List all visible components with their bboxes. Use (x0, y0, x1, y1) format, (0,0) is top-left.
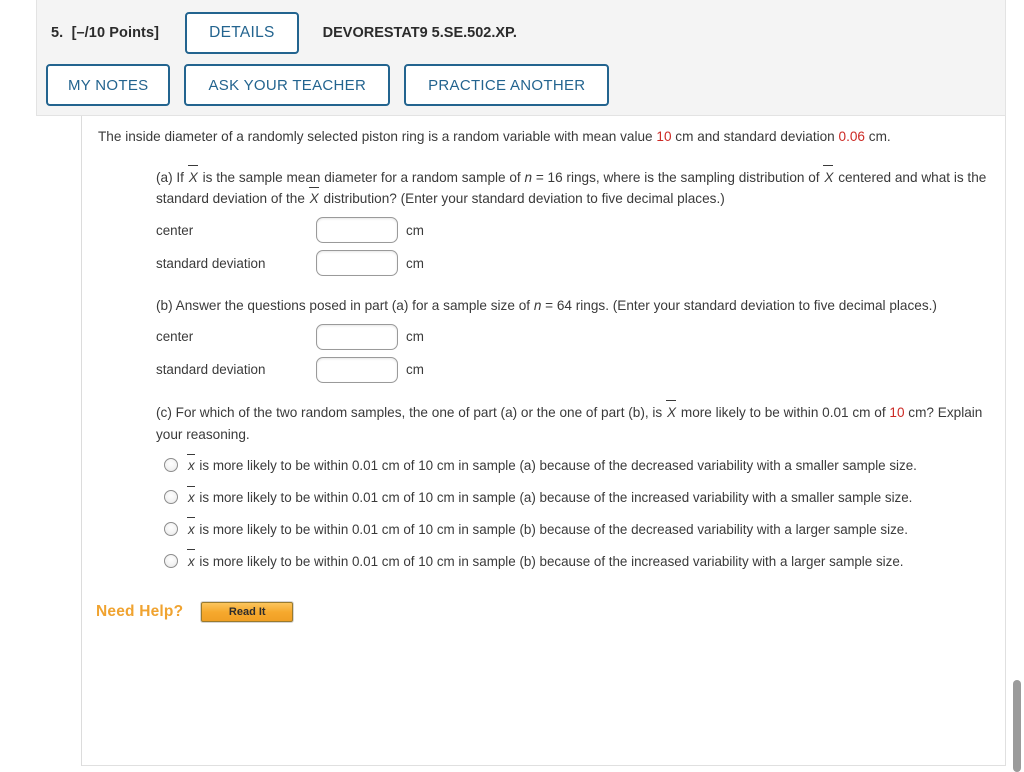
x-bar-symbol: x (187, 453, 196, 477)
part-a-text-1: If (176, 169, 188, 185)
stem-text-2: cm and standard deviation (671, 129, 839, 144)
part-a-center-label: center (156, 222, 194, 238)
option-4-text: is more likely to be within 0.01 cm of 1… (195, 553, 904, 569)
part-b-text-1: Answer the questions posed in part (a) f… (175, 298, 534, 314)
page-scrollbar[interactable] (1009, 0, 1024, 772)
part-b-sd-row: standard deviation cm (156, 356, 992, 383)
part-a-sd-unit: cm (406, 255, 424, 271)
question-content: The inside diameter of a randomly select… (96, 126, 992, 623)
x-bar-symbol: X (666, 400, 677, 424)
option-3-label: x is more likely to be within 0.01 cm of… (187, 517, 908, 541)
radio-icon[interactable] (164, 521, 178, 536)
need-help-row: Need Help? Read It (96, 602, 992, 623)
part-c-option-list: x is more likely to be within 0.01 cm of… (156, 453, 992, 573)
details-button[interactable]: DETAILS (185, 12, 299, 54)
option-4[interactable]: x is more likely to be within 0.01 cm of… (156, 549, 992, 573)
part-b-center-unit: cm (406, 329, 424, 345)
x-bar-symbol: x (187, 549, 196, 573)
part-b-sd-unit: cm (406, 362, 424, 378)
part-a-prompt: (a) If X is the sample mean diameter for… (156, 164, 992, 211)
option-2[interactable]: x is more likely to be within 0.01 cm of… (156, 485, 992, 509)
part-b: (b) Answer the questions posed in part (… (156, 295, 992, 383)
question-header-panel: 5. [–/10 Points] DETAILS DEVORESTAT9 5.S… (36, 0, 1006, 116)
practice-another-button[interactable]: PRACTICE ANOTHER (404, 64, 610, 106)
stem-sd-value: 0.06 (838, 129, 865, 144)
part-a-center-input[interactable] (316, 217, 398, 244)
part-a-center-row: center cm (156, 217, 992, 244)
read-it-button[interactable]: Read It (201, 602, 294, 623)
part-a-text-5: distribution? (Enter your standard devia… (319, 191, 725, 207)
option-1[interactable]: x is more likely to be within 0.01 cm of… (156, 453, 992, 477)
question-body-card: The inside diameter of a randomly select… (81, 116, 1006, 766)
scrollbar-thumb[interactable] (1013, 680, 1021, 772)
option-3[interactable]: x is more likely to be within 0.01 cm of… (156, 517, 992, 541)
option-2-label: x is more likely to be within 0.01 cm of… (187, 485, 913, 509)
need-help-label: Need Help? (96, 603, 184, 621)
left-gutter-divider (81, 116, 82, 766)
x-bar-symbol: x (187, 517, 196, 541)
ask-your-teacher-button[interactable]: ASK YOUR TEACHER (184, 64, 391, 106)
option-1-text: is more likely to be within 0.01 cm of 1… (195, 458, 917, 474)
question-page: 5. [–/10 Points] DETAILS DEVORESTAT9 5.S… (0, 0, 1024, 772)
radio-icon[interactable] (164, 553, 178, 568)
question-number: 5. [–/10 Points] (51, 25, 160, 41)
part-c-label: (c) (156, 404, 172, 420)
stem-mean-value: 10 (656, 129, 672, 144)
n-symbol: n (524, 169, 533, 185)
stem-text-3: cm. (865, 129, 891, 144)
part-c-text-2: more likely to be within 0.01 cm of (677, 404, 890, 420)
x-bar-symbol: X (187, 164, 199, 189)
radio-icon[interactable] (164, 490, 178, 505)
part-b-prompt: (b) Answer the questions posed in part (… (156, 295, 992, 317)
question-stem: The inside diameter of a randomly select… (98, 126, 992, 148)
x-bar-symbol: x (187, 485, 196, 509)
option-1-label: x is more likely to be within 0.01 cm of… (187, 453, 917, 477)
stem-text-1: The inside diameter of a randomly select… (98, 129, 657, 144)
x-bar-symbol: X (823, 164, 834, 189)
option-4-label: x is more likely to be within 0.01 cm of… (187, 549, 904, 573)
radio-icon[interactable] (164, 458, 178, 473)
part-a-sd-row: standard deviation cm (156, 250, 992, 277)
part-c-text-1: For which of the two random samples, the… (175, 404, 667, 420)
x-bar-symbol: X (308, 186, 320, 210)
part-a-center-unit: cm (406, 222, 424, 238)
part-b-label: (b) (156, 298, 173, 314)
my-notes-button[interactable]: MY NOTES (46, 64, 171, 106)
part-a-sd-label: standard deviation (156, 255, 266, 271)
part-a-text-2: is the sample mean diameter for a random… (198, 169, 525, 185)
part-b-sd-label: standard deviation (156, 362, 266, 378)
part-b-sd-input[interactable] (316, 356, 398, 383)
part-b-center-row: center cm (156, 323, 992, 350)
part-a: (a) If X is the sample mean diameter for… (156, 164, 992, 277)
question-header-button-row: MY NOTES ASK YOUR TEACHER PRACTICE ANOTH… (46, 64, 610, 106)
question-header-top-row: 5. [–/10 Points] DETAILS DEVORESTAT9 5.S… (51, 12, 517, 54)
option-2-text: is more likely to be within 0.01 cm of 1… (195, 490, 913, 506)
part-c-prompt: (c) For which of the two random samples,… (156, 400, 992, 446)
part-b-center-input[interactable] (316, 323, 398, 350)
part-b-text-2: = 64 rings. (Enter your standard deviati… (541, 298, 937, 314)
part-a-text-3: = 16 rings, where is the sampling distri… (532, 169, 824, 185)
part-a-label: (a) (156, 169, 173, 185)
question-code: DEVORESTAT9 5.SE.502.XP. (322, 25, 517, 41)
option-3-text: is more likely to be within 0.01 cm of 1… (195, 521, 908, 537)
part-c-highlight-value: 10 (889, 404, 905, 420)
part-a-sd-input[interactable] (316, 250, 398, 277)
part-c: (c) For which of the two random samples,… (156, 400, 992, 573)
part-b-center-label: center (156, 329, 194, 345)
